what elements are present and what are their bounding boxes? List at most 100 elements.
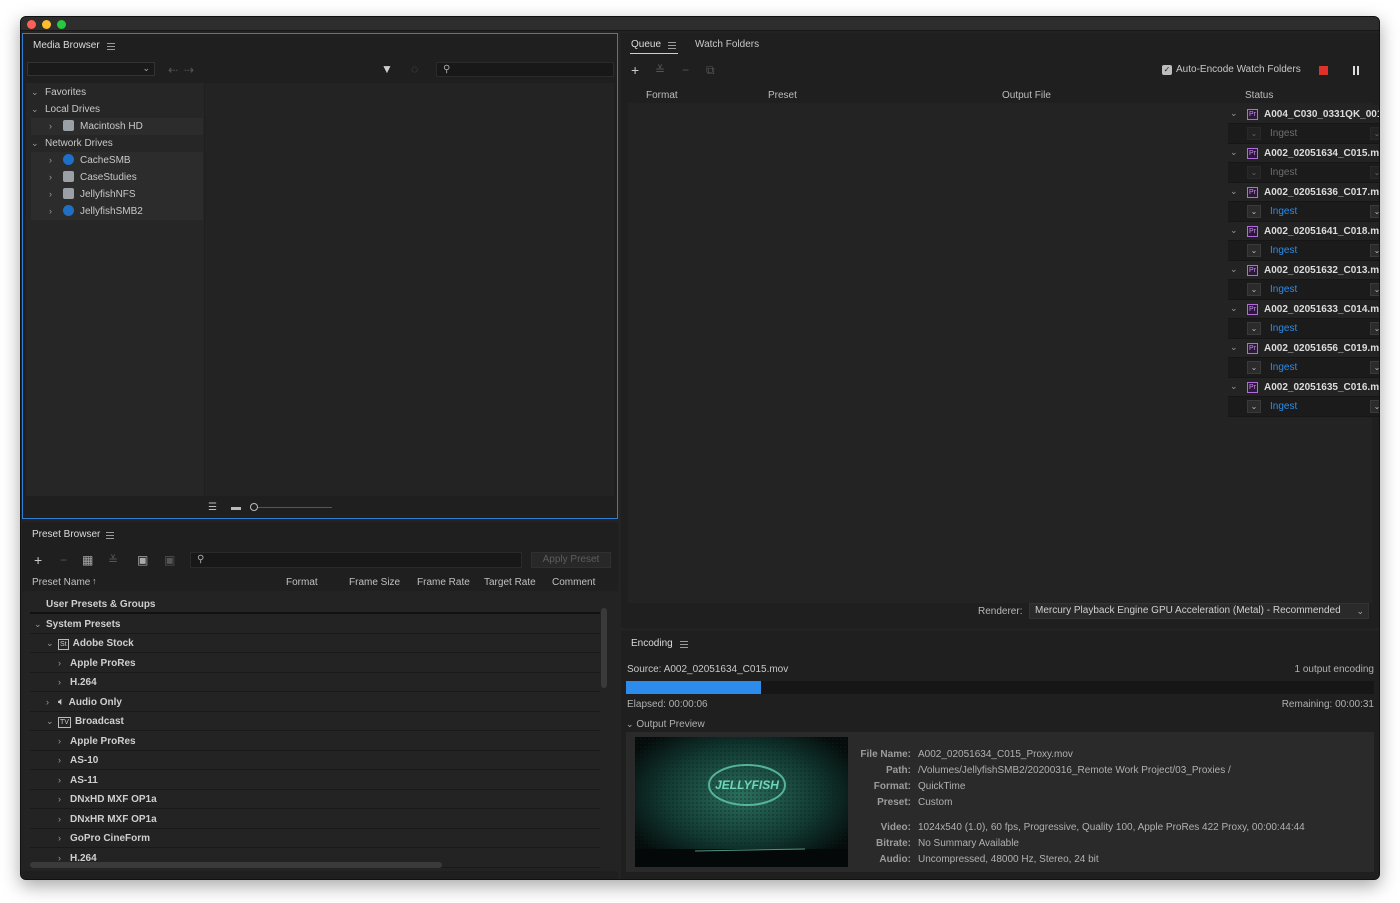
view-icon[interactable]: ◌: [411, 63, 418, 75]
chevron-down-icon[interactable]: ⌄: [1230, 303, 1238, 314]
chevron-right-icon[interactable]: ›: [58, 673, 70, 692]
chevron-down-icon[interactable]: ⌄: [1230, 342, 1238, 353]
preset-dropdown[interactable]: ⌄: [1370, 127, 1379, 140]
chevron-down-icon[interactable]: ⌄: [1230, 108, 1238, 119]
preset-search-input[interactable]: ⚲: [190, 552, 522, 568]
preset-row[interactable]: › AS-11: [30, 771, 600, 790]
chevron-right-icon[interactable]: ›: [58, 790, 70, 809]
horizontal-scrollbar[interactable]: [30, 862, 442, 868]
settings-icon[interactable]: ≚: [108, 554, 118, 566]
tree-item[interactable]: › Macintosh HD: [31, 118, 203, 135]
format-link[interactable]: Ingest: [1270, 362, 1297, 373]
format-link[interactable]: Ingest: [1270, 401, 1297, 412]
format-dropdown[interactable]: ⌄: [1247, 400, 1261, 413]
tree-item[interactable]: ⌄ Network Drives: [31, 135, 203, 152]
forward-arrow-icon[interactable]: ⇢: [184, 64, 194, 76]
preset-row[interactable]: › GoPro CineForm: [30, 829, 600, 848]
renderer-select[interactable]: Mercury Playback Engine GPU Acceleration…: [1029, 603, 1369, 619]
chevron-down-icon[interactable]: ⌄: [46, 634, 58, 653]
chevron-right-icon[interactable]: ›: [58, 810, 70, 829]
format-link[interactable]: Ingest: [1270, 206, 1297, 217]
duplicate-icon[interactable]: ⧉: [706, 64, 715, 76]
preset-column-header[interactable]: Frame Size: [349, 577, 400, 588]
preset-dropdown[interactable]: ⌄: [1370, 283, 1379, 296]
format-link[interactable]: Ingest: [1270, 323, 1297, 334]
chevron-down-icon[interactable]: ⌄: [1230, 186, 1238, 197]
chevron-right-icon[interactable]: ›: [46, 693, 58, 712]
preset-row[interactable]: › DNxHR MXF OP1a: [30, 810, 600, 829]
preset-dropdown[interactable]: ⌄: [1370, 322, 1379, 335]
zoom-window-button[interactable]: [57, 20, 66, 29]
vertical-scrollbar[interactable]: [601, 608, 607, 688]
chevron-right-icon[interactable]: ›: [49, 186, 59, 203]
preset-row[interactable]: ⌄ St Adobe Stock: [30, 634, 600, 653]
queue-output-row[interactable]: ⌄Ingest⌄Custom⌄/Volume...es /A002_020516…: [1228, 397, 1379, 417]
tree-item[interactable]: ⌄ Favorites: [31, 84, 203, 101]
chevron-right-icon[interactable]: ›: [58, 732, 70, 751]
chevron-right-icon[interactable]: ›: [58, 751, 70, 770]
preset-dropdown[interactable]: ⌄: [1370, 166, 1379, 179]
preset-row[interactable]: ⌄ TV Broadcast: [30, 712, 600, 731]
media-search-input[interactable]: ⚲: [436, 62, 614, 77]
sort-ascending-icon[interactable]: ↑: [92, 576, 97, 586]
import-preset-icon[interactable]: ▣: [137, 554, 148, 566]
chevron-down-icon[interactable]: ⌄: [46, 712, 58, 731]
queue-source-row[interactable]: ⌄ Pr A004_C030_0331QK_001.mp4: [1228, 105, 1379, 124]
chevron-down-icon[interactable]: ⌄: [1230, 225, 1238, 236]
queue-source-row[interactable]: ⌄ Pr A002_02051641_C018.mov: [1228, 222, 1379, 241]
preset-dropdown[interactable]: ⌄: [1370, 400, 1379, 413]
chevron-right-icon[interactable]: ›: [49, 118, 59, 135]
tab-watch-folders[interactable]: Watch Folders: [695, 39, 759, 50]
close-window-button[interactable]: [27, 20, 36, 29]
queue-output-row[interactable]: ⌄Ingest⌄Custom⌄/Volume...es /A002_020516…: [1228, 280, 1379, 300]
remove-icon[interactable]: −: [60, 554, 67, 566]
chevron-down-icon[interactable]: ⌄: [34, 615, 46, 634]
format-link[interactable]: Ingest: [1270, 128, 1297, 139]
preset-row[interactable]: › Apple ProRes: [30, 732, 600, 751]
format-dropdown[interactable]: ⌄: [1247, 127, 1261, 140]
export-preset-icon[interactable]: ▣: [164, 554, 175, 566]
preset-column-header[interactable]: Target Rate: [484, 577, 536, 588]
preset-dropdown[interactable]: ⌄: [1370, 361, 1379, 374]
stop-icon[interactable]: [1319, 66, 1328, 75]
queue-output-row[interactable]: ⌄Ingest⌄Custom⌄/Volume...es /A002_020516…: [1228, 163, 1379, 183]
panel-menu-icon[interactable]: [107, 43, 115, 50]
queue-output-row[interactable]: ⌄Ingest⌄Custom⌄/Volume...es /A002_020516…: [1228, 319, 1379, 339]
format-dropdown[interactable]: ⌄: [1247, 244, 1261, 257]
chevron-right-icon[interactable]: ›: [49, 203, 59, 220]
preset-dropdown[interactable]: ⌄: [1370, 244, 1379, 257]
zoom-slider-track[interactable]: [258, 507, 332, 508]
preset-row[interactable]: ⌄ System Presets: [30, 615, 600, 634]
minimize-window-button[interactable]: [42, 20, 51, 29]
auto-encode-checkbox[interactable]: ✓: [1162, 65, 1172, 75]
queue-column-header[interactable]: Status: [1245, 90, 1273, 101]
chevron-right-icon[interactable]: ›: [58, 654, 70, 673]
chevron-right-icon[interactable]: ›: [58, 771, 70, 790]
format-link[interactable]: Ingest: [1270, 245, 1297, 256]
preset-row[interactable]: › DNxHD MXF OP1a: [30, 790, 600, 809]
chevron-down-icon[interactable]: ⌄: [31, 135, 41, 152]
queue-source-row[interactable]: ⌄ Pr A002_02051636_C017.mov: [1228, 183, 1379, 202]
queue-output-row[interactable]: ⌄Ingest⌄Custom⌄/Volume...es /A002_020516…: [1228, 358, 1379, 378]
format-dropdown[interactable]: ⌄: [1247, 361, 1261, 374]
chevron-down-icon[interactable]: ⌄: [1230, 264, 1238, 275]
location-dropdown[interactable]: ⌄: [27, 62, 155, 76]
add-source-icon[interactable]: +: [631, 63, 639, 77]
preset-row[interactable]: › Apple ProRes: [30, 654, 600, 673]
output-preview-toggle[interactable]: ⌄ Output Preview: [626, 719, 705, 730]
tab-queue[interactable]: Queue: [631, 39, 661, 50]
tree-item[interactable]: › JellyfishSMB2: [31, 203, 203, 220]
queue-source-row[interactable]: ⌄ Pr A002_02051635_C016.mov: [1228, 378, 1379, 397]
chevron-down-icon[interactable]: ⌄: [31, 101, 41, 118]
queue-source-row[interactable]: ⌄ Pr A002_02051656_C019.mov: [1228, 339, 1379, 358]
queue-output-row[interactable]: ⌄Ingest⌄Custom⌄/Volume.../A004_C030_0331…: [1228, 124, 1379, 144]
preset-column-header[interactable]: Comment: [552, 577, 595, 588]
icon-view-icon[interactable]: ▬: [231, 502, 241, 514]
filter-icon[interactable]: ▼: [381, 63, 393, 75]
format-link[interactable]: Ingest: [1270, 167, 1297, 178]
panel-menu-icon[interactable]: [106, 532, 114, 539]
preset-row[interactable]: User Presets & Groups: [30, 595, 600, 614]
preset-row[interactable]: › 🔈︎ Audio Only: [30, 693, 600, 712]
queue-column-header[interactable]: Output File: [1002, 90, 1051, 101]
format-dropdown[interactable]: ⌄: [1247, 283, 1261, 296]
